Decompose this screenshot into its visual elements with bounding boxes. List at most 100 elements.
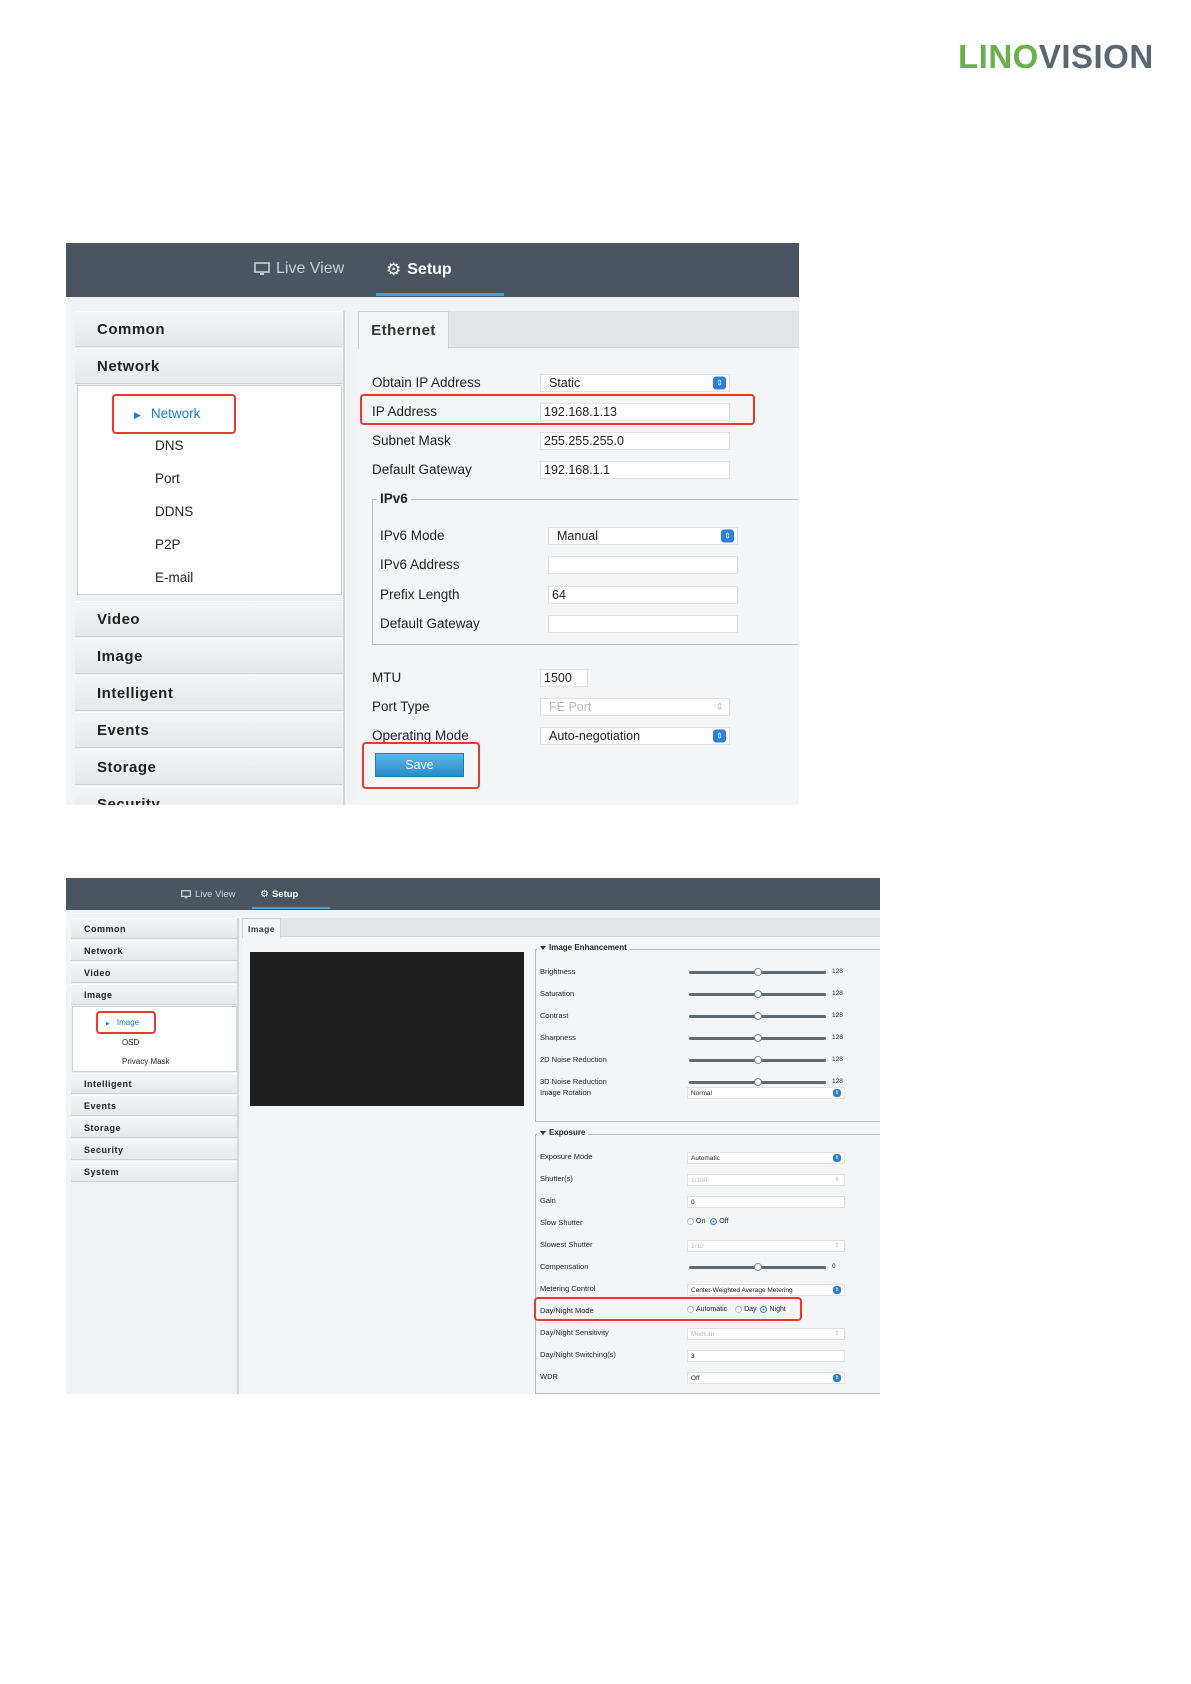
submenu-email[interactable]: E-mail xyxy=(155,570,193,585)
tab-setup-2-label: Setup xyxy=(271,889,299,900)
menu-video[interactable]: Video xyxy=(75,601,343,637)
slowest-shutter-label: Slowest Shutter xyxy=(540,1240,593,1249)
subnet-mask-label: Subnet Mask xyxy=(372,433,451,448)
menu-common[interactable]: Common xyxy=(75,311,343,347)
slow-shutter-on-radio[interactable]: On xyxy=(687,1218,705,1225)
operating-mode-select[interactable]: Auto-negotiation ⇕ xyxy=(540,727,730,745)
switching-input[interactable]: 3 xyxy=(687,1350,845,1362)
menu-system-2[interactable]: System xyxy=(71,1161,237,1182)
exposure-mode-value: Automatic xyxy=(691,1154,720,1162)
wdr-select[interactable]: Off ⇕ xyxy=(687,1372,845,1384)
tab-live-view-2[interactable]: Live View xyxy=(181,889,236,900)
sensitivity-select[interactable]: Medium ⇕ xyxy=(687,1328,845,1340)
menu-events-2[interactable]: Events xyxy=(71,1095,237,1116)
metering-select[interactable]: Center-Weighted Average Metering ⇕ xyxy=(687,1284,845,1296)
slider-knob[interactable] xyxy=(753,1056,762,1064)
exposure-mode-select[interactable]: Automatic ⇕ xyxy=(687,1152,845,1164)
slow-shutter-off-radio[interactable]: Off xyxy=(710,1218,729,1226)
monitor-icon xyxy=(181,890,191,899)
submenu-ddns[interactable]: DDNS xyxy=(155,504,193,519)
tab-image[interactable]: Image xyxy=(242,918,281,938)
slider-knob[interactable] xyxy=(753,968,762,976)
port-type-value: FE Port xyxy=(549,700,592,714)
enhancement-slider[interactable] xyxy=(689,1034,826,1042)
ipv6-mode-select[interactable]: Manual ⇕ xyxy=(548,527,738,545)
menu-video-2[interactable]: Video xyxy=(71,962,237,983)
enhancement-slider[interactable] xyxy=(689,1012,826,1020)
exposure-mode-label: Exposure Mode xyxy=(540,1152,593,1161)
menu-common-2[interactable]: Common xyxy=(71,918,237,939)
submenu-dns[interactable]: DNS xyxy=(155,438,184,453)
menu-security-label: Security xyxy=(97,795,161,806)
port-type-select[interactable]: FE Port ⇕ xyxy=(540,698,730,716)
menu-image-label: Image xyxy=(97,647,143,665)
submenu-osd[interactable]: OSD xyxy=(122,1038,139,1047)
enhancement-slider[interactable] xyxy=(689,1078,826,1086)
menu-security[interactable]: Security xyxy=(75,786,343,805)
prefix-length-input[interactable]: 64 xyxy=(548,586,738,604)
collapse-icon xyxy=(540,945,546,950)
slow-shutter-off-label: Off xyxy=(719,1218,729,1226)
menu-network-2[interactable]: Network xyxy=(71,940,237,961)
monitor-icon xyxy=(254,262,270,275)
ipv6-gateway-input[interactable] xyxy=(548,615,738,633)
slider-knob[interactable] xyxy=(753,1078,762,1086)
enhancement-label: 2D Noise Reduction xyxy=(540,1055,607,1064)
setup-sidebar-2: Common Network Video Image ▶ Image OSD Pr… xyxy=(71,918,239,1394)
operating-mode-value: Auto-negotiation xyxy=(549,729,641,743)
slider-knob[interactable] xyxy=(753,1034,762,1042)
setup-sidebar: Common Network ▶ Network DNS Port DDNS P2… xyxy=(75,311,345,805)
menu-storage[interactable]: Storage xyxy=(75,749,343,785)
menu-network[interactable]: Network xyxy=(75,348,343,384)
tab-ethernet[interactable]: Ethernet xyxy=(358,311,449,349)
menu-storage-2[interactable]: Storage xyxy=(71,1117,237,1138)
mtu-input[interactable]: 1500 xyxy=(540,669,588,687)
slow-shutter-on-label: On xyxy=(696,1218,706,1226)
ethernet-panel: Ethernet Obtain IP Address Static ⇕ IP A… xyxy=(358,311,799,805)
enhancement-label: Brightness xyxy=(540,967,576,976)
top-nav-bar: Live View ⚙ Setup xyxy=(66,243,799,297)
slider-knob[interactable] xyxy=(753,1012,762,1020)
default-gateway-input[interactable]: 192.168.1.1 xyxy=(540,461,730,479)
rotation-value: Normal xyxy=(691,1089,712,1097)
submenu-port[interactable]: Port xyxy=(155,471,180,486)
menu-events[interactable]: Events xyxy=(75,712,343,748)
gain-input[interactable]: 0 xyxy=(687,1196,845,1208)
slowest-shutter-select[interactable]: 1/12 ⇕ xyxy=(687,1240,845,1252)
slider-knob[interactable] xyxy=(753,990,762,998)
image-panel: Image Image Enhancement Brightness 128 Sat… xyxy=(242,918,880,1394)
enhancement-label: Sharpness xyxy=(540,1033,576,1042)
obtain-ip-select[interactable]: Static ⇕ xyxy=(540,374,730,392)
submenu-p2p[interactable]: P2P xyxy=(155,537,181,552)
enhancement-slider[interactable] xyxy=(689,990,826,998)
tab-live-view-2-label: Live View xyxy=(195,889,236,900)
tab-live-view[interactable]: Live View xyxy=(254,260,344,278)
enhancement-slider[interactable] xyxy=(689,968,826,976)
subnet-mask-input[interactable]: 255.255.255.0 xyxy=(540,432,730,450)
shutter-select[interactable]: 1/100 ⇕ xyxy=(687,1174,845,1186)
menu-image[interactable]: Image xyxy=(75,638,343,674)
rotation-select[interactable]: Normal ⇕ xyxy=(687,1087,845,1099)
tab-setup-2[interactable]: ⚙ Setup xyxy=(260,889,298,900)
collapse-icon xyxy=(540,1130,546,1135)
tab-setup[interactable]: ⚙ Setup xyxy=(386,260,452,280)
video-preview[interactable] xyxy=(250,952,524,1106)
rotation-label: Image Rotation xyxy=(540,1088,591,1097)
compensation-slider[interactable] xyxy=(689,1263,826,1271)
menu-intelligent[interactable]: Intelligent xyxy=(75,675,343,711)
network-setup-screenshot: Live View ⚙ Setup Common Network ▶ Networ… xyxy=(66,243,799,805)
select-arrows-icon: ⇕ xyxy=(833,1154,841,1162)
ipv6-address-input[interactable] xyxy=(548,556,738,574)
menu-image-2[interactable]: Image xyxy=(71,984,237,1005)
enhancement-label: 3D Noise Reduction xyxy=(540,1077,607,1086)
obtain-ip-label: Obtain IP Address xyxy=(372,375,481,390)
menu-video-label: Video xyxy=(97,610,141,628)
enhancement-value: 128 xyxy=(832,968,843,975)
menu-security-2[interactable]: Security xyxy=(71,1139,237,1160)
menu-network-label: Network xyxy=(97,357,160,375)
brand-logo: LINOVISION xyxy=(958,38,1154,75)
menu-intelligent-2[interactable]: Intelligent xyxy=(71,1073,237,1094)
submenu-privacy-mask[interactable]: Privacy Mask xyxy=(122,1057,170,1066)
slider-knob[interactable] xyxy=(753,1263,762,1271)
enhancement-slider[interactable] xyxy=(689,1056,826,1064)
